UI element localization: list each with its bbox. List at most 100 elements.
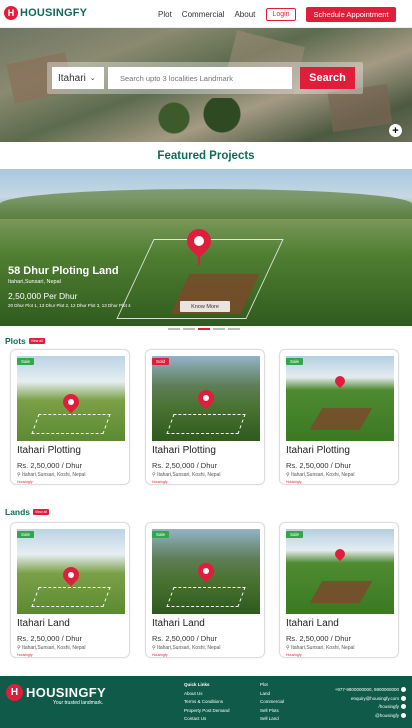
- footer-link-plot[interactable]: Plot: [260, 681, 284, 690]
- footer-phone[interactable]: +977-9800000000, 9800000000: [335, 686, 406, 695]
- footer-link-commercial[interactable]: Commercial: [260, 698, 284, 707]
- footer-facebook[interactable]: /housingfy: [335, 703, 406, 712]
- whatsapp-text: @housingfy: [375, 712, 399, 718]
- land-image: [17, 529, 125, 614]
- card-title: Itahari Land: [17, 618, 70, 629]
- card-location-text: Itahari,Sunsari, Koshi, Nepal: [157, 472, 221, 478]
- location-pin-icon: [332, 373, 348, 389]
- logo-icon: H: [4, 6, 18, 20]
- lands-section-header: Lands View all: [5, 507, 50, 517]
- footer-link-land[interactable]: Land: [260, 690, 284, 699]
- footer-logo[interactable]: H HOUSINGFY: [6, 684, 106, 701]
- plot-image: [152, 356, 260, 441]
- nav-links: Plot Commercial About: [158, 10, 255, 19]
- search-box: Itahari ⌄ Search: [47, 62, 363, 94]
- status-badge: Sold: [152, 358, 170, 365]
- status-badge: Sale: [286, 531, 304, 538]
- plot-boundary: [166, 587, 246, 607]
- lands-view-all-button[interactable]: View all: [33, 509, 50, 515]
- footer-link-sell-plots[interactable]: Sell Plots: [260, 707, 284, 716]
- phone-text: +977-9800000000, 9800000000: [334, 687, 399, 692]
- carousel-dot[interactable]: [183, 328, 195, 330]
- search-button[interactable]: Search: [300, 67, 355, 89]
- carousel-dot[interactable]: [168, 328, 180, 330]
- plot-image: [17, 356, 125, 441]
- featured-slide: 58 Dhur Ploting Land Itahari,Sunsari, Ne…: [0, 169, 412, 326]
- plot-card[interactable]: Sale Itahari Plotting Rs. 2,50,000 / Dhu…: [279, 349, 399, 485]
- navbar: H HOUSINGFY Plot Commercial About Login …: [0, 0, 412, 28]
- featured-hills: [0, 189, 412, 219]
- card-location-text: Itahari,Sunsari, Koshi, Nepal: [157, 645, 221, 651]
- card-title: Itahari Land: [286, 618, 339, 629]
- nav-link-plot[interactable]: Plot: [158, 10, 172, 19]
- phone-icon: [401, 687, 406, 693]
- card-location: ⚲ Itahari,Sunsari, Koshi, Nepal: [286, 472, 355, 478]
- login-button[interactable]: Login: [266, 8, 296, 21]
- status-badge: Sale: [17, 531, 35, 538]
- plot-boundary: [31, 587, 111, 607]
- carousel-dot[interactable]: [228, 328, 240, 330]
- facebook-icon: [401, 704, 406, 710]
- city-select-value: Itahari: [58, 72, 86, 84]
- city-select[interactable]: Itahari ⌄: [52, 67, 104, 89]
- nav-link-about[interactable]: About: [234, 10, 255, 19]
- location-pin-icon: [59, 390, 83, 414]
- chevron-down-icon: ⌄: [89, 75, 96, 82]
- location-pin-icon: [332, 546, 348, 562]
- plot-card[interactable]: Sold Itahari Plotting Rs. 2,50,000 / Dhu…: [145, 349, 265, 485]
- schedule-appointment-button[interactable]: Schedule Appointment: [306, 7, 396, 22]
- footer-link-sell-land[interactable]: Sell Land: [260, 715, 284, 724]
- lands-title: Lands: [5, 507, 31, 517]
- plot-image: [286, 356, 394, 441]
- status-badge: Sale: [17, 358, 35, 365]
- card-location-text: Itahari,Sunsari, Koshi, Nepal: [291, 472, 355, 478]
- footer-quick-links: Quick Links About Us Terms & Conditions …: [184, 681, 230, 724]
- land-card[interactable]: Sale Itahari Land Rs. 2,50,000 / Dhur ⚲ …: [279, 522, 399, 658]
- featured-location: Itahari,Sunsari, Nepal: [8, 279, 61, 285]
- featured-price: 2,50,000 Per Dhur: [8, 291, 78, 301]
- card-location-text: Itahari,Sunsari, Koshi, Nepal: [291, 645, 355, 651]
- card-location: ⚲ Itahari,Sunsari, Koshi, Nepal: [152, 472, 221, 478]
- card-price: Rs. 2,50,000 / Dhur: [17, 461, 83, 470]
- card-brand: Housingfy: [17, 653, 33, 657]
- card-title: Itahari Plotting: [286, 445, 350, 456]
- logo[interactable]: H HOUSINGFY: [4, 6, 87, 20]
- footer-link-terms[interactable]: Terms & Conditions: [184, 698, 230, 707]
- card-location: ⚲ Itahari,Sunsari, Koshi, Nepal: [17, 472, 86, 478]
- featured-subplots: 20 Dhur Plot 1, 13 Dhur Plot 2, 12 Dhur …: [8, 303, 131, 308]
- search-input[interactable]: [108, 67, 292, 89]
- featured-name: 58 Dhur Ploting Land: [8, 265, 119, 277]
- plot-boundary: [166, 414, 246, 434]
- land-card[interactable]: Sale Itahari Land Rs. 2,50,000 / Dhur ⚲ …: [145, 522, 265, 658]
- plus-icon[interactable]: +: [389, 124, 402, 137]
- card-price: Rs. 2,50,000 / Dhur: [286, 461, 352, 470]
- card-brand: Housingfy: [17, 480, 33, 484]
- footer-link-about[interactable]: About Us: [184, 690, 230, 699]
- card-brand: Housingfy: [152, 653, 168, 657]
- plot-dirt: [309, 408, 373, 430]
- footer: H HOUSINGFY Your trusted landmark. Quick…: [0, 676, 412, 728]
- plot-card[interactable]: Sale Itahari Plotting Rs. 2,50,000 / Dhu…: [10, 349, 130, 485]
- card-brand: Housingfy: [286, 480, 302, 484]
- logo-text: HOUSINGFY: [20, 7, 88, 19]
- footer-link-demand[interactable]: Property Post Demand: [184, 707, 230, 716]
- nav-link-commercial[interactable]: Commercial: [182, 10, 225, 19]
- know-more-button[interactable]: Know More: [180, 301, 230, 312]
- carousel-dot[interactable]: [213, 328, 225, 330]
- footer-logo-text: HOUSINGFY: [26, 685, 106, 700]
- email-icon: [401, 695, 406, 701]
- status-badge: Sale: [152, 531, 170, 538]
- hero-trees: [150, 98, 270, 138]
- card-price: Rs. 2,50,000 / Dhur: [17, 634, 83, 643]
- plots-view-all-button[interactable]: View all: [28, 338, 45, 344]
- carousel-dot[interactable]: [198, 328, 210, 330]
- card-title: Itahari Plotting: [17, 445, 81, 456]
- location-pin-icon: [194, 386, 218, 410]
- land-card[interactable]: Sale Itahari Land Rs. 2,50,000 / Dhur ⚲ …: [10, 522, 130, 658]
- plots-section-header: Plots View all: [5, 336, 45, 346]
- footer-email[interactable]: enquiry@housingfy.com: [335, 695, 406, 704]
- footer-tagline: Your trusted landmark.: [53, 700, 104, 706]
- footer-link-contact[interactable]: Contact Us: [184, 715, 230, 724]
- card-price: Rs. 2,50,000 / Dhur: [152, 634, 218, 643]
- footer-whatsapp[interactable]: @housingfy: [335, 712, 406, 721]
